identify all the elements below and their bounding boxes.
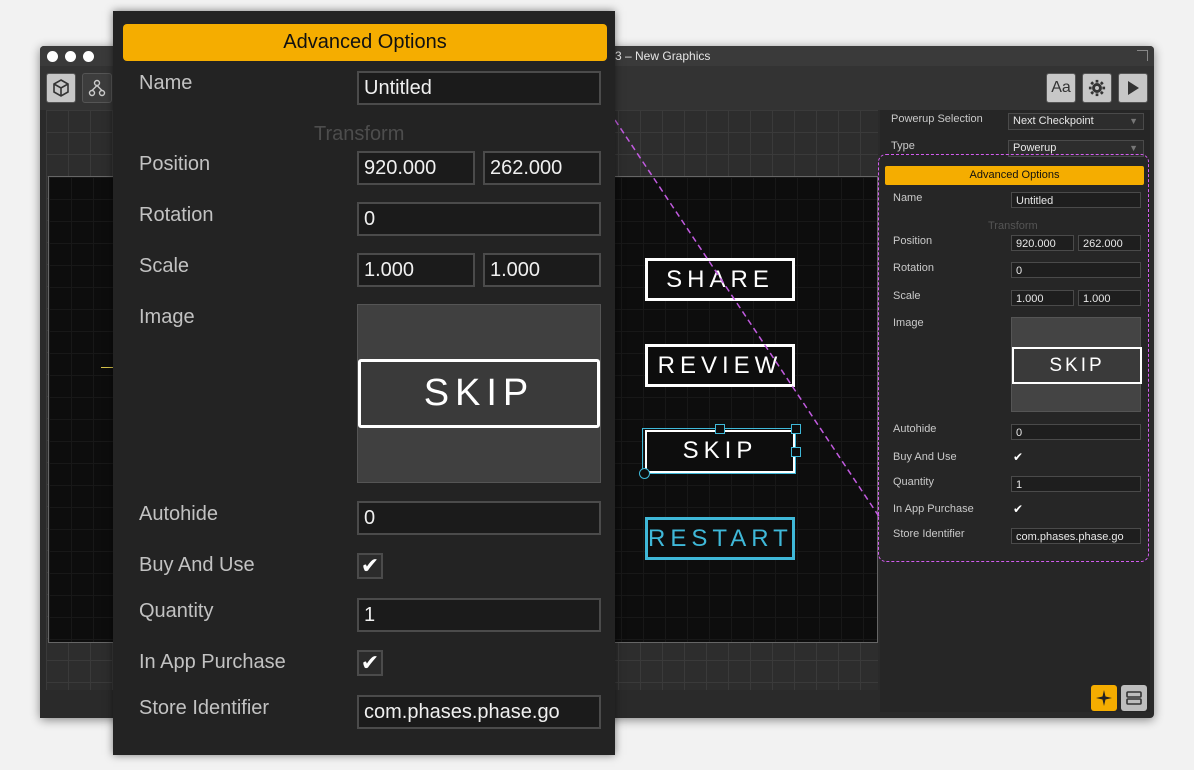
position-label: Position: [139, 153, 211, 175]
advanced-options-header[interactable]: Advanced Options: [123, 24, 607, 61]
in-app-purchase-checkbox[interactable]: ✔: [357, 650, 383, 676]
scale-y-field[interactable]: 1.000: [483, 253, 601, 287]
autohide-label: Autohide: [139, 503, 218, 525]
image-label: Image: [139, 306, 195, 328]
autohide-field[interactable]: 0: [357, 501, 601, 535]
scale-x-field[interactable]: 1.000: [357, 253, 475, 287]
buy-and-use-checkbox[interactable]: ✔: [357, 553, 383, 579]
position-y-field[interactable]: 262.000: [483, 151, 601, 185]
rotation-label: Rotation: [139, 204, 214, 226]
image-preview[interactable]: SKIP: [357, 304, 601, 483]
name-label: Name: [139, 72, 193, 94]
zoomed-advanced-options-panel: Advanced Options Name Untitled Transform…: [113, 11, 615, 755]
name-field[interactable]: Untitled: [357, 71, 601, 105]
buy-and-use-label: Buy And Use: [139, 554, 255, 576]
position-x-field[interactable]: 920.000: [357, 151, 475, 185]
store-identifier-field[interactable]: com.phases.phase.go: [357, 695, 601, 729]
quantity-label: Quantity: [139, 600, 214, 622]
quantity-field[interactable]: 1: [357, 598, 601, 632]
in-app-purchase-label: In App Purchase: [139, 651, 286, 673]
store-identifier-label: Store Identifier: [139, 697, 270, 719]
scale-label: Scale: [139, 255, 190, 277]
rotation-field[interactable]: 0: [357, 202, 601, 236]
image-preview-text: SKIP: [358, 359, 600, 428]
transform-label: Transform: [314, 123, 405, 145]
